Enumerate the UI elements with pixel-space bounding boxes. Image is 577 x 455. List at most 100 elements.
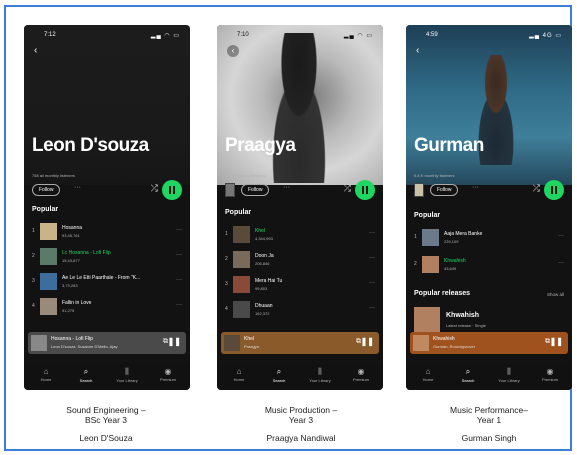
track-number: 1 [225, 231, 228, 237]
track-number: 4 [225, 306, 228, 312]
artist-controls: Follow ··· ⤮ [414, 180, 564, 200]
search-icon: ⌕ [83, 367, 89, 376]
track-more-icon[interactable]: ··· [369, 305, 375, 311]
search-icon: ⌕ [276, 367, 282, 376]
track-more-icon[interactable]: ··· [369, 230, 375, 236]
play-button[interactable] [162, 180, 182, 200]
track-more-icon[interactable]: ··· [558, 260, 564, 266]
track-title: Ae Le Le Etti Paarthale - From "K... [62, 275, 141, 281]
mini-player-artwork [31, 335, 47, 351]
show-all-link[interactable]: Show all [547, 292, 564, 297]
more-options-icon[interactable]: ··· [283, 184, 290, 191]
track-row[interactable]: 4 Dhuaan 162,372 ··· [225, 300, 375, 320]
track-row[interactable]: 1 Khel 4,344,993 ··· [225, 225, 375, 245]
track-number: 4 [32, 303, 35, 309]
mini-player[interactable]: Khwahish Gurman, Roundgroover ⧉ ❚❚ [410, 332, 568, 354]
track-row[interactable]: 3 Ae Le Le Etti Paarthale - From "K... 3… [32, 272, 182, 292]
follow-button[interactable]: Follow [430, 184, 459, 196]
play-button[interactable] [544, 180, 564, 200]
nav-search[interactable]: ⌕ Search [259, 367, 299, 383]
mini-player[interactable]: Khel Praagya ⧉ ❚❚ [221, 332, 379, 354]
track-more-icon[interactable]: ··· [176, 227, 182, 233]
spotify-icon: ◉ [546, 367, 554, 376]
release-row[interactable]: Khwahish Latest release · Single [414, 307, 564, 335]
nav-home[interactable]: ⌂ Home [219, 367, 259, 382]
artist-photo [217, 25, 383, 185]
artist-controls: Follow ··· ⤮ [32, 180, 182, 200]
track-title: Aaja Mera Banke [444, 231, 483, 237]
track-row[interactable]: 2 Doon Ja 206,846 ··· [225, 250, 375, 270]
track-more-icon[interactable]: ··· [369, 280, 375, 286]
library-icon: ⫼ [318, 367, 322, 376]
nav-library[interactable]: ⫼ Your Library [300, 367, 340, 383]
monthly-listeners: 367K monthly listeners [225, 173, 266, 178]
follow-button[interactable]: Follow [32, 184, 61, 196]
nav-search[interactable]: ⌕ Search [66, 367, 106, 383]
mini-player-title: Khwahish [433, 336, 455, 342]
track-number: 2 [225, 256, 228, 262]
home-icon: ⌂ [43, 367, 49, 376]
mini-player-title: Hosanna - Lofi Flip [51, 336, 93, 342]
nav-premium[interactable]: ◉ Premium [148, 367, 188, 382]
caption-gurman: Music Performance– Year 1 Gurman Singh [399, 405, 577, 443]
shuffle-icon[interactable]: ⤮ [533, 183, 540, 194]
track-row[interactable]: 1 Aaja Mera Banke 239,109 ··· [414, 228, 564, 248]
nav-home[interactable]: ⌂ Home [408, 367, 448, 382]
phone-screen-gurman: 4:59 ▂▄ 4G ▭ ‹ Gurman 6.8 K monthly list… [406, 25, 572, 390]
track-title: Lc Hosanna - Lofi Flip [62, 250, 111, 256]
track-more-icon[interactable]: ··· [558, 233, 564, 239]
shuffle-icon[interactable]: ⤮ [151, 183, 158, 194]
mini-player-artists: Praagya [244, 344, 259, 349]
popular-releases-heading: Popular releases [414, 290, 471, 297]
search-icon: ⌕ [465, 367, 471, 376]
back-icon[interactable]: ‹ [416, 45, 419, 56]
track-number: 2 [414, 261, 417, 267]
track-artwork [422, 229, 439, 246]
track-row[interactable]: 2 Khwahish 43,649 ··· [414, 255, 564, 275]
track-title: Doon Ja [255, 253, 274, 259]
nav-premium[interactable]: ◉ Premium [530, 367, 570, 382]
caption-leon: Sound Engineering – BSc Year 3 Leon D'So… [16, 405, 196, 443]
track-row[interactable]: 2 Lc Hosanna - Lofi Flip 15,43,877 ··· [32, 247, 182, 267]
nav-premium[interactable]: ◉ Premium [341, 367, 381, 382]
spotify-icon: ◉ [357, 367, 365, 376]
track-title: Mera Hai Tu [255, 278, 283, 284]
track-more-icon[interactable]: ··· [176, 252, 182, 258]
track-title: Hosanna [62, 225, 83, 231]
track-row[interactable]: 4 Fallin in Love 91,275 ··· [32, 297, 182, 317]
nav-library[interactable]: ⫼ Your Library [107, 367, 147, 383]
pause-icon[interactable]: ❚❚ [361, 337, 374, 346]
pause-icon[interactable]: ❚❚ [550, 337, 563, 346]
mini-player-artwork [224, 335, 240, 351]
status-time: 7:12 [44, 32, 56, 38]
play-button[interactable] [355, 180, 375, 200]
track-more-icon[interactable]: ··· [369, 255, 375, 261]
back-icon[interactable]: ‹ [34, 45, 37, 56]
follow-button[interactable]: Follow [241, 184, 270, 196]
track-number: 1 [414, 234, 417, 240]
track-more-icon[interactable]: ··· [176, 302, 182, 308]
artist-name: Leon D'souza [32, 135, 149, 156]
slide-frame: 7:12 ▂▄ ◠ ▭ ‹ Leon D'souza 758 all month… [4, 5, 572, 451]
track-row[interactable]: 1 Hosanna 93,45,761 ··· [32, 222, 182, 242]
mini-player-artwork [413, 335, 429, 351]
library-icon: ⫼ [125, 367, 129, 376]
more-options-icon[interactable]: ··· [74, 184, 81, 191]
track-plays: 3,73,283 [62, 283, 78, 288]
track-number: 2 [32, 253, 35, 259]
artist-photo [406, 25, 572, 185]
caption-praagya: Music Production – Year 3 Praagya Nandiw… [211, 405, 391, 443]
pause-icon[interactable]: ❚❚ [168, 337, 181, 346]
track-plays: 4,344,993 [255, 236, 273, 241]
mini-player[interactable]: Hosanna - Lofi Flip Leon D'souza, Susann… [28, 332, 186, 354]
caption-student-name: Praagya Nandiwal [266, 433, 336, 443]
track-more-icon[interactable]: ··· [176, 277, 182, 283]
nav-library[interactable]: ⫼ Your Library [489, 367, 529, 383]
back-icon[interactable]: ‹ [227, 45, 239, 57]
shuffle-icon[interactable]: ⤮ [344, 183, 351, 194]
nav-search[interactable]: ⌕ Search [448, 367, 488, 383]
track-artwork [40, 248, 57, 265]
more-options-icon[interactable]: ··· [472, 184, 479, 191]
nav-home[interactable]: ⌂ Home [26, 367, 66, 382]
track-row[interactable]: 3 Mera Hai Tu 99,803 ··· [225, 275, 375, 295]
